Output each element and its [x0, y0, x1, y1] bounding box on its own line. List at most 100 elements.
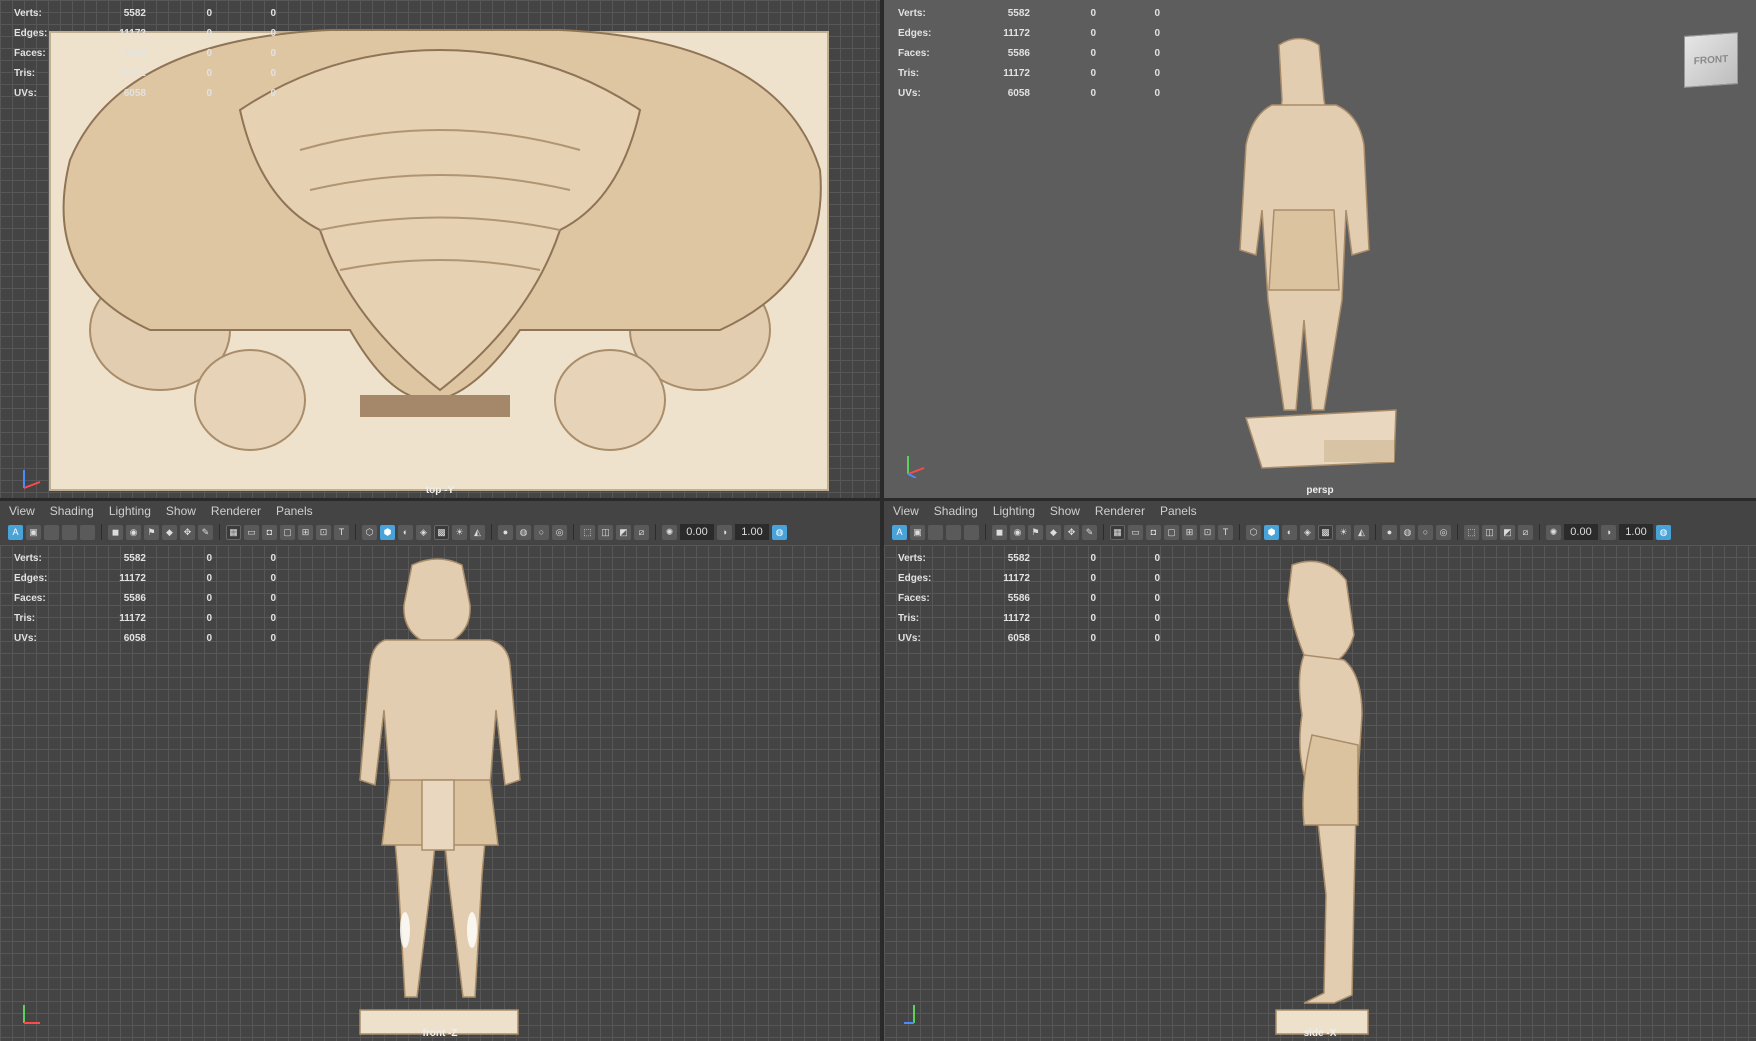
grease-pencil-icon[interactable] [964, 524, 979, 540]
camera-attributes-icon[interactable]: ▣ [910, 524, 925, 540]
flat-lighting-icon[interactable]: ◐ [398, 524, 413, 540]
menu-view[interactable]: View [893, 504, 919, 518]
use-lights-icon[interactable]: ☀ [1336, 524, 1351, 540]
hud-label: Faces: [898, 592, 930, 604]
field-chart-icon[interactable]: ⊞ [298, 524, 313, 540]
wireframe-icon[interactable]: ⬡ [1246, 524, 1261, 540]
film-gate-icon[interactable]: ▭ [244, 524, 259, 540]
viewcube[interactable]: FRONT [1684, 32, 1738, 88]
gate-mask-icon[interactable]: ▢ [1164, 524, 1179, 540]
camera-attributes-icon[interactable]: ▣ [26, 524, 41, 540]
color-management-icon[interactable]: ◍ [772, 524, 787, 540]
grid-toggle-icon[interactable]: ▦ [1110, 524, 1125, 540]
film-gate-icon[interactable]: ▭ [1128, 524, 1143, 540]
lock-camera-icon[interactable]: ◉ [126, 524, 141, 540]
resolution-gate-icon[interactable]: ◘ [262, 524, 277, 540]
shadows-icon[interactable]: ◭ [470, 524, 485, 540]
menu-renderer[interactable]: Renderer [1095, 504, 1145, 518]
safe-title-icon[interactable]: T [334, 524, 349, 540]
exposure-field[interactable]: 0.00 [1564, 524, 1598, 540]
menu-lighting[interactable]: Lighting [109, 504, 151, 518]
gamma-icon[interactable]: ◑ [717, 524, 732, 540]
resolution-gate-icon[interactable]: ◘ [1146, 524, 1161, 540]
pan-zoom-icon[interactable]: ✥ [180, 524, 195, 540]
wireframe-on-shaded-icon[interactable]: ◈ [416, 524, 431, 540]
xray-joints-icon[interactable]: ◩ [1500, 524, 1515, 540]
select-camera-icon[interactable]: A [8, 524, 23, 540]
hud-value: 0 [270, 87, 276, 99]
hud-value: 5586 [123, 47, 146, 59]
menu-shading[interactable]: Shading [934, 504, 978, 518]
menu-panels[interactable]: Panels [276, 504, 313, 518]
menu-view[interactable]: View [9, 504, 35, 518]
viewport-top[interactable]: Verts: 5582 0 0 Edges: 11172 0 0 Faces: 5586 0 0 … [0, 0, 880, 498]
xray-active-icon[interactable]: ⧄ [634, 524, 649, 540]
camera-icon[interactable]: ◼ [108, 524, 123, 540]
safe-title-icon[interactable]: T [1218, 524, 1233, 540]
hud-label: Tris: [14, 67, 36, 79]
isolate-select-icon[interactable]: ⬚ [1464, 524, 1479, 540]
ambient-occlusion-icon[interactable]: ● [498, 524, 513, 540]
exposure-icon[interactable]: ✺ [662, 524, 677, 540]
textured-icon[interactable]: ▩ [1318, 524, 1333, 540]
depth-of-field-icon[interactable]: ◎ [1436, 524, 1451, 540]
pan-zoom-icon[interactable]: ✥ [1064, 524, 1079, 540]
grease-icon[interactable]: ✎ [1082, 524, 1097, 540]
use-lights-icon[interactable]: ☀ [452, 524, 467, 540]
wireframe-icon[interactable]: ⬡ [362, 524, 377, 540]
motion-blur-icon[interactable]: ◍ [516, 524, 531, 540]
flat-lighting-icon[interactable]: ◐ [1282, 524, 1297, 540]
grease-icon[interactable]: ✎ [198, 524, 213, 540]
viewport-side[interactable]: Verts: 5582 0 0 Edges: 11172 0 0 Faces: 5586 0 0 … [884, 545, 1756, 1041]
xray-active-icon[interactable]: ⧄ [1518, 524, 1533, 540]
color-management-icon[interactable]: ◍ [1656, 524, 1671, 540]
hud-label: UVs: [898, 87, 921, 99]
shadows-icon[interactable]: ◭ [1354, 524, 1369, 540]
ambient-occlusion-icon[interactable]: ● [1382, 524, 1397, 540]
menu-lighting[interactable]: Lighting [993, 504, 1035, 518]
wireframe-on-shaded-icon[interactable]: ◈ [1300, 524, 1315, 540]
pin-icon[interactable]: ◆ [1046, 524, 1061, 540]
safe-action-icon[interactable]: ⊡ [1200, 524, 1215, 540]
bookmark-icon[interactable] [928, 524, 943, 540]
pin-icon[interactable]: ◆ [162, 524, 177, 540]
camera-icon[interactable]: ◼ [992, 524, 1007, 540]
grease-pencil-icon[interactable] [80, 524, 95, 540]
menu-show[interactable]: Show [166, 504, 196, 518]
xray-icon[interactable]: ◫ [598, 524, 613, 540]
image-plane-icon[interactable] [62, 524, 77, 540]
depth-of-field-icon[interactable]: ◎ [552, 524, 567, 540]
menu-renderer[interactable]: Renderer [211, 504, 261, 518]
camera-bookmark-icon[interactable]: ⚑ [1028, 524, 1043, 540]
menu-panels[interactable]: Panels [1160, 504, 1197, 518]
smooth-shade-icon[interactable]: ⬢ [1264, 524, 1279, 540]
menu-shading[interactable]: Shading [50, 504, 94, 518]
lock-camera-icon[interactable]: ◉ [1010, 524, 1025, 540]
grid-toggle-icon[interactable]: ▦ [226, 524, 241, 540]
safe-action-icon[interactable]: ⊡ [316, 524, 331, 540]
gamma-field[interactable]: 1.00 [735, 524, 769, 540]
select-camera-icon[interactable]: A [892, 524, 907, 540]
hud-value: 5582 [1007, 7, 1030, 19]
isolate-select-icon[interactable]: ⬚ [580, 524, 595, 540]
hud-stats-top: Verts: 5582 0 0 Edges: 11172 0 0 Faces: 5586 0 0 … [14, 3, 276, 103]
motion-blur-icon[interactable]: ◍ [1400, 524, 1415, 540]
bookmark-icon[interactable] [44, 524, 59, 540]
image-plane-icon[interactable] [946, 524, 961, 540]
anti-aliasing-icon[interactable]: ○ [1418, 524, 1433, 540]
smooth-shade-icon[interactable]: ⬢ [380, 524, 395, 540]
xray-joints-icon[interactable]: ◩ [616, 524, 631, 540]
gate-mask-icon[interactable]: ▢ [280, 524, 295, 540]
menu-show[interactable]: Show [1050, 504, 1080, 518]
viewport-persp[interactable]: Verts: 5582 0 0 Edges: 11172 0 0 Faces: 5586 0 0 … [884, 0, 1756, 498]
viewport-front[interactable]: Verts: 5582 0 0 Edges: 11172 0 0 Faces: 5586 0 0 … [0, 545, 880, 1041]
textured-icon[interactable]: ▩ [434, 524, 449, 540]
field-chart-icon[interactable]: ⊞ [1182, 524, 1197, 540]
gamma-icon[interactable]: ◑ [1601, 524, 1616, 540]
gamma-field[interactable]: 1.00 [1619, 524, 1653, 540]
xray-icon[interactable]: ◫ [1482, 524, 1497, 540]
anti-aliasing-icon[interactable]: ○ [534, 524, 549, 540]
exposure-field[interactable]: 0.00 [680, 524, 714, 540]
camera-bookmark-icon[interactable]: ⚑ [144, 524, 159, 540]
exposure-icon[interactable]: ✺ [1546, 524, 1561, 540]
